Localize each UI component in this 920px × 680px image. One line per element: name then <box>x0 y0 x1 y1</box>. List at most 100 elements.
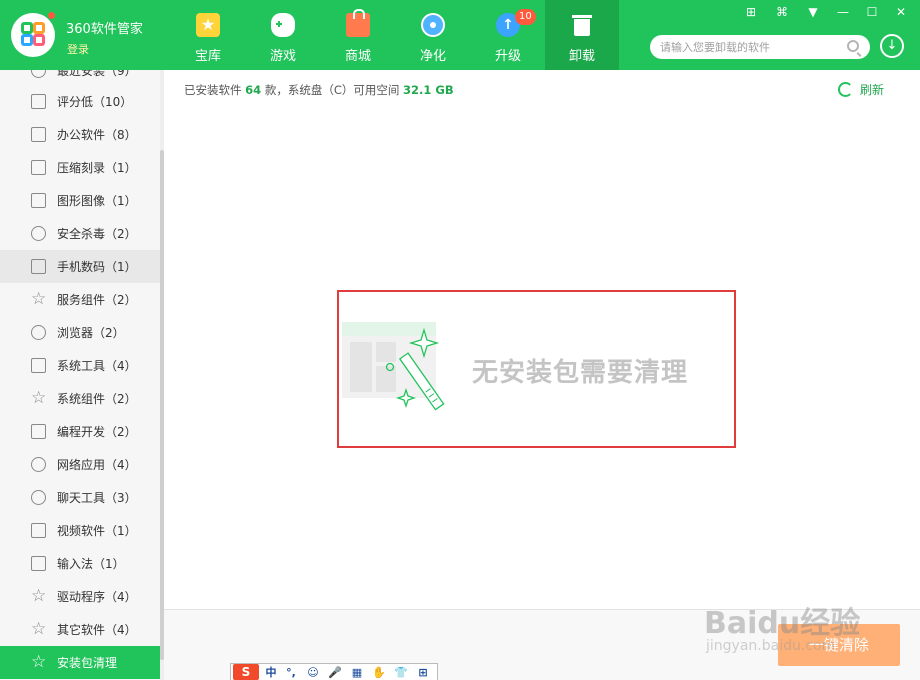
skin-icon[interactable]: ⊞ <box>742 4 760 20</box>
trash-icon <box>570 13 594 37</box>
sidebar-item-label: 评分低（10） <box>57 95 133 109</box>
sidebar-item-low-rated[interactable]: 评分低（10） <box>0 85 160 118</box>
sidebar-item-label: 其它软件（4） <box>57 623 137 637</box>
tab-upgrade[interactable]: ↑ 升级 <box>471 0 545 70</box>
ime-chinese-mode-button[interactable]: 中 <box>263 665 279 680</box>
sidebar-item-input-method[interactable]: 输入法（1） <box>0 547 160 580</box>
ime-logo-icon[interactable]: S <box>233 664 259 680</box>
tab-shop[interactable]: 商城 <box>321 0 395 70</box>
sidebar-item-archive[interactable]: 压缩刻录（1） <box>0 151 160 184</box>
code-icon <box>31 424 46 439</box>
sidebar-item-network[interactable]: 网络应用（4） <box>0 448 160 481</box>
sidebar-item-label: 压缩刻录（1） <box>57 161 137 175</box>
tab-label: 游戏 <box>269 49 296 64</box>
tab-label: 升级 <box>494 49 521 64</box>
sidebar-item-label: 视频软件（1） <box>57 524 137 538</box>
purify-icon <box>421 13 445 37</box>
sidebar-item-office[interactable]: 办公软件（8） <box>0 118 160 151</box>
thumbs-down-icon <box>31 94 46 109</box>
download-manager-button[interactable]: ↓ <box>880 34 904 58</box>
sidebar-scrollbar-thumb[interactable] <box>160 150 164 660</box>
keyboard-icon <box>31 556 46 571</box>
tab-games[interactable]: 游戏 <box>246 0 320 70</box>
install-summary: 已安装软件 64 款，系统盘（C）可用空间 32.1 GB <box>184 82 454 98</box>
sidebar-item-label: 最近安装（9） <box>57 70 137 78</box>
ime-skin-button[interactable]: 👕 <box>393 665 409 680</box>
tab-label: 卸载 <box>568 49 595 64</box>
star-icon: ☆ <box>31 388 47 408</box>
sidebar-item-other[interactable]: ☆ 其它软件（4） <box>0 613 160 646</box>
sidebar-item-package-cleanup[interactable]: ☆ 安装包清理 <box>0 646 160 679</box>
empty-state-message: 无安装包需要清理 <box>472 358 689 388</box>
close-icon[interactable]: ✕ <box>892 4 910 20</box>
briefcase-icon <box>31 127 46 142</box>
sidebar-item-label: 输入法（1） <box>57 557 125 571</box>
star-icon: ☆ <box>31 619 47 639</box>
ime-emoji-button[interactable]: ☺ <box>305 665 321 680</box>
sidebar-item-browser[interactable]: 浏览器（2） <box>0 316 160 349</box>
summary-middle: 款，系统盘（C）可用空间 <box>264 83 400 97</box>
tab-label: 净化 <box>419 49 446 64</box>
ime-toolbar: S 中 °, ☺ 🎤 ▦ ✋ 👕 ⊞ <box>230 663 438 680</box>
watermark-main-text: Baidu经验 <box>704 606 861 641</box>
sidebar-item-label: 手机数码（1） <box>57 260 137 274</box>
ime-keyboard-button[interactable]: ▦ <box>349 665 365 680</box>
baidu-watermark: Baidu经验 jingyan.baidu.com <box>704 598 894 670</box>
globe-icon <box>31 457 46 472</box>
top-bar: 360软件管家 登录 ★ 宝库 游戏 商城 净化 ↑ 升级 10 卸载 ⊞ ⌘ … <box>0 0 920 70</box>
app-title: 360软件管家 <box>66 22 143 37</box>
gamepad-icon <box>271 13 295 37</box>
sidebar-item-label: 浏览器（2） <box>57 326 125 340</box>
video-icon <box>31 523 46 538</box>
sidebar-item-drivers[interactable]: ☆ 驱动程序（4） <box>0 580 160 613</box>
browser-icon <box>31 325 46 340</box>
sidebar-item-label: 网络应用（4） <box>57 458 137 472</box>
star-icon: ☆ <box>31 652 47 672</box>
sidebar-item-label: 系统组件（2） <box>57 392 137 406</box>
sidebar-item-label: 驱动程序（4） <box>57 590 137 604</box>
star-icon: ☆ <box>31 289 47 309</box>
maximize-icon[interactable]: ☐ <box>863 4 881 20</box>
sidebar-item-mobile[interactable]: 手机数码（1） <box>0 250 160 283</box>
minimize-icon[interactable]: — <box>834 4 852 20</box>
sidebar-item-label: 编程开发（2） <box>57 425 137 439</box>
tab-treasure[interactable]: ★ 宝库 <box>171 0 245 70</box>
ime-punctuation-button[interactable]: °, <box>283 665 299 680</box>
image-icon <box>31 193 46 208</box>
summary-prefix: 已安装软件 <box>184 83 242 97</box>
empty-broom-illustration-icon <box>342 322 445 411</box>
menu-dropdown-icon[interactable]: ▼ <box>804 4 822 20</box>
sidebar-item-label: 聊天工具（3） <box>57 491 137 505</box>
shopping-bag-icon <box>346 9 370 37</box>
sidebar-item-services[interactable]: ☆ 服务组件（2） <box>0 283 160 316</box>
upgrade-count-badge: 10 <box>515 9 536 25</box>
tab-uninstall[interactable]: 卸载 <box>545 0 619 70</box>
search-input[interactable] <box>660 38 840 56</box>
archive-icon <box>31 160 46 175</box>
tab-purify[interactable]: 净化 <box>396 0 470 70</box>
app-logo-icon <box>11 13 55 57</box>
star-icon: ☆ <box>31 586 47 606</box>
tab-label: 商城 <box>344 49 371 64</box>
settings-icon[interactable]: ⌘ <box>773 4 791 20</box>
sidebar-item-system-components[interactable]: ☆ 系统组件（2） <box>0 382 160 415</box>
search-box <box>650 35 870 59</box>
free-space: 32.1 GB <box>403 83 454 97</box>
sidebar-item-system-tools[interactable]: 系统工具（4） <box>0 349 160 382</box>
sidebar-item-video[interactable]: 视频软件（1） <box>0 514 160 547</box>
sidebar-item-graphics[interactable]: 图形图像（1） <box>0 184 160 217</box>
ime-toolbox-button[interactable]: ⊞ <box>415 665 431 680</box>
login-link[interactable]: 登录 <box>67 41 89 57</box>
search-icon[interactable] <box>847 40 859 52</box>
sidebar-item-chat[interactable]: 聊天工具（3） <box>0 481 160 514</box>
ime-handwrite-button[interactable]: ✋ <box>371 665 387 680</box>
tab-label: 宝库 <box>194 49 221 64</box>
sidebar-item-security[interactable]: 安全杀毒（2） <box>0 217 160 250</box>
phone-icon <box>31 259 46 274</box>
sidebar-item-programming[interactable]: 编程开发（2） <box>0 415 160 448</box>
recent-icon <box>31 70 46 78</box>
ime-voice-button[interactable]: 🎤 <box>327 665 343 680</box>
sidebar-item-label: 图形图像（1） <box>57 194 137 208</box>
tools-icon <box>31 358 46 373</box>
installed-count: 64 <box>245 83 262 97</box>
